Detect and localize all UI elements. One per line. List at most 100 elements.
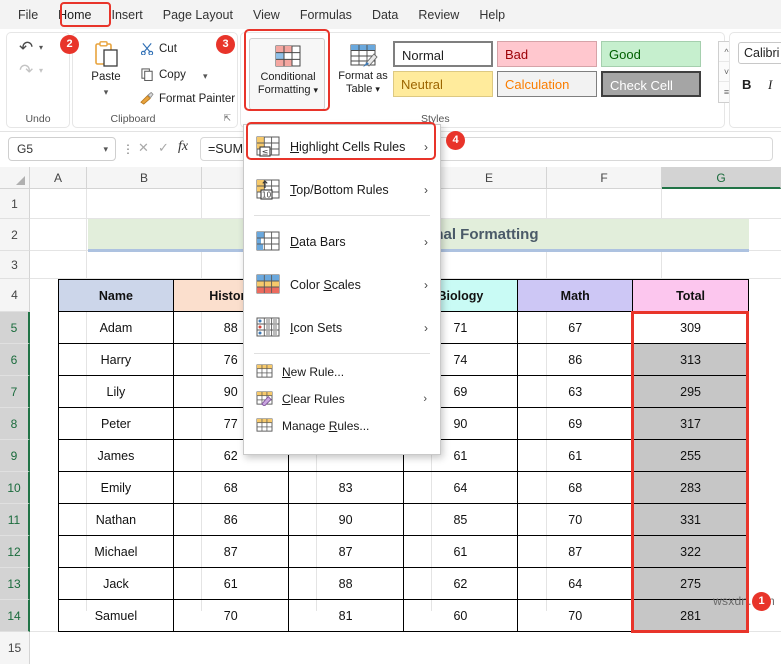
cell-total[interactable]: 255 [632,439,749,472]
paste-dropdown-caret-icon[interactable]: ▾ [81,87,131,98]
row-header-15[interactable]: 15 [0,632,30,664]
format-painter-label[interactable]: Format Painter [159,93,235,105]
menu-item-clear-rules[interactable]: Clear Rules › [244,385,440,412]
row-header-10[interactable]: 10 [0,472,30,504]
cell-total[interactable]: 322 [632,535,749,568]
menu-item-top-bottom-rules[interactable]: 10 Top/Bottom Rules › [244,168,440,211]
cell-name[interactable]: Peter [58,407,174,440]
cell-history[interactable]: 87 [172,535,289,568]
cell-name[interactable]: Jack [58,567,174,600]
table-row[interactable]: Jack 61 88 62 64 275 [58,567,749,600]
conditional-formatting-button[interactable]: Conditional Formatting ▾ [249,38,325,110]
cell-biology[interactable]: 62 [402,567,519,600]
menu-item-color-scales[interactable]: Color Scales › [244,263,440,306]
cell-name[interactable]: Michael [58,535,174,568]
cell-math[interactable]: 61 [517,439,634,472]
row-header-2[interactable]: 2 [0,219,30,251]
column-header-A[interactable]: A [30,167,87,189]
row-header-6[interactable]: 6 [0,344,30,376]
cell-name[interactable]: Adam [58,311,174,344]
table-row[interactable]: Samuel 70 81 60 70 281 [58,599,749,632]
cell-name[interactable]: James [58,439,174,472]
row-header-4[interactable]: 4 [0,279,30,312]
tab-help[interactable]: Help [470,5,514,25]
row-header-12[interactable]: 12 [0,536,30,568]
cell-total[interactable]: 295 [632,375,749,408]
copy-label[interactable]: Copy [159,69,186,81]
tab-view[interactable]: View [244,5,289,25]
paste-icon[interactable] [95,41,119,67]
row-header-3[interactable]: 3 [0,251,30,279]
bold-button[interactable]: B [742,77,751,92]
cell-total[interactable]: 331 [632,503,749,536]
tab-insert[interactable]: Insert [103,5,152,25]
menu-item-new-rule[interactable]: New Rule... [244,358,440,385]
cell-style-bad[interactable]: Bad [497,41,597,67]
menu-item-icon-sets[interactable]: Icon Sets › [244,306,440,349]
copy-icon[interactable] [141,68,154,84]
cell-physics[interactable]: 90 [287,503,404,536]
cell-biology[interactable]: 85 [402,503,519,536]
cell-math[interactable]: 63 [517,375,634,408]
tab-formulas[interactable]: Formulas [291,5,361,25]
cell-math[interactable]: 67 [517,311,634,344]
cell-total[interactable]: 283 [632,471,749,504]
cell-history[interactable]: 68 [172,471,289,504]
table-row[interactable]: Michael 87 87 61 87 322 [58,535,749,568]
cell-math[interactable]: 70 [517,503,634,536]
row-header-8[interactable]: 8 [0,408,30,440]
font-name-input[interactable]: Calibri [738,42,781,64]
cell-biology[interactable]: 60 [402,599,519,632]
cell-history[interactable]: 70 [172,599,289,632]
cell-name[interactable]: Nathan [58,503,174,536]
cell-history[interactable]: 86 [172,503,289,536]
cell-math[interactable]: 87 [517,535,634,568]
cancel-formula-icon[interactable]: ✕ [138,140,149,156]
format-as-table-button[interactable]: Format as Table ▾ [331,38,395,110]
cell-physics[interactable]: 88 [287,567,404,600]
row-header-7[interactable]: 7 [0,376,30,408]
cell-name[interactable]: Samuel [58,599,174,632]
cell-style-calculation[interactable]: Calculation [497,71,597,97]
name-box[interactable]: G5 ▾ [8,137,116,161]
cell-history[interactable]: 61 [172,567,289,600]
column-header-E[interactable]: E [432,167,547,189]
cell-style-neutral[interactable]: Neutral [393,71,493,97]
row-header-11[interactable]: 11 [0,504,30,536]
cell-biology[interactable]: 64 [402,471,519,504]
cell-style-check-cell[interactable]: Check Cell [601,71,701,97]
cut-label[interactable]: Cut [159,43,177,55]
select-all-corner[interactable] [0,167,30,189]
clipboard-dialog-launcher-icon[interactable]: ⇱ [223,113,231,124]
tab-page-layout[interactable]: Page Layout [154,5,242,25]
cell-physics[interactable]: 83 [287,471,404,504]
cell-biology[interactable]: 61 [402,535,519,568]
insert-function-icon[interactable]: fx [178,139,188,155]
cell-total[interactable]: 317 [632,407,749,440]
row-header-1[interactable]: 1 [0,189,30,219]
row-header-9[interactable]: 9 [0,440,30,472]
cell-name[interactable]: Emily [58,471,174,504]
tab-data[interactable]: Data [363,5,407,25]
row-header-14[interactable]: 14 [0,600,30,632]
confirm-formula-icon[interactable]: ✓ [158,140,169,156]
tab-home[interactable]: Home [49,5,100,25]
format-painter-icon[interactable] [139,91,154,108]
table-row[interactable]: Emily 68 83 64 68 283 [58,471,749,504]
redo-caret-icon[interactable]: ▾ [39,66,43,75]
cell-total[interactable]: 313 [632,343,749,376]
cell-math[interactable]: 64 [517,567,634,600]
cell-math[interactable]: 86 [517,343,634,376]
menu-item-data-bars[interactable]: Data Bars › [244,220,440,263]
table-row[interactable]: Nathan 86 90 85 70 331 [58,503,749,536]
row-header-13[interactable]: 13 [0,568,30,600]
cell-style-good[interactable]: Good [601,41,701,67]
name-box-caret-icon[interactable]: ▾ [103,138,108,160]
menu-item-highlight-cells-rules[interactable]: ≤ Highlight Cells Rules › [244,125,440,168]
paste-label[interactable]: Paste [81,71,131,83]
undo-caret-icon[interactable]: ▾ [39,43,43,52]
cf-caret-icon[interactable]: ▾ [314,85,319,95]
column-header-B[interactable]: B [87,167,202,189]
menu-item-manage-rules[interactable]: Manage Rules... [244,412,440,439]
tab-file[interactable]: File [9,5,47,25]
